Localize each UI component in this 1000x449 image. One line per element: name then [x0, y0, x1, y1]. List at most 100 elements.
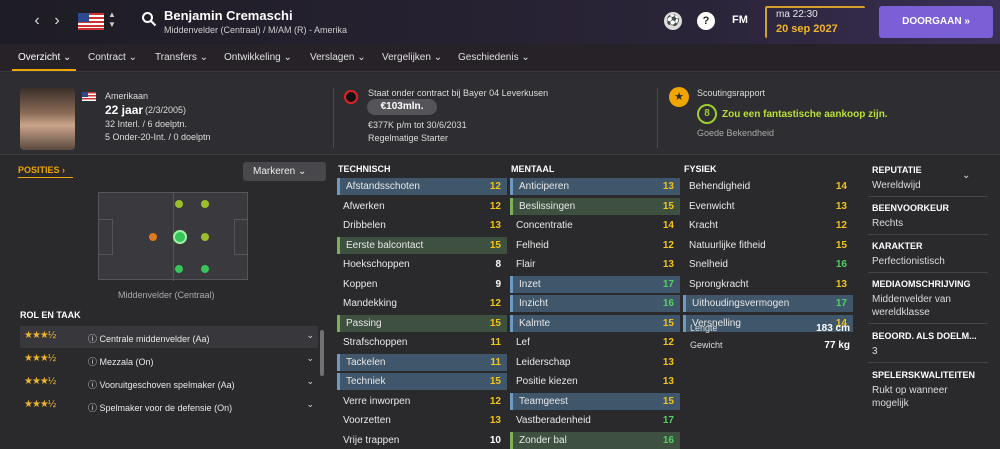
attribute-value: 13	[662, 376, 674, 387]
attribute-row[interactable]: Behendigheid 14	[683, 178, 853, 195]
role-stars: ★★★½	[24, 399, 56, 410]
roles-scrollbar[interactable]	[320, 330, 324, 376]
chevron-down-icon[interactable]: ⌄	[306, 330, 314, 341]
attribute-row[interactable]: Lef 12	[510, 334, 680, 351]
attribute-name: Koppen	[343, 278, 378, 290]
attribute-row[interactable]: Hoekschoppen 8	[337, 256, 507, 273]
role-row[interactable]: ★★★½ ⓘ Vooruitgeschoven spelmaker (Aa) ⌄	[20, 372, 318, 394]
scout-report-title[interactable]: Scoutingsrapport	[697, 88, 765, 98]
attribute-row[interactable]: Anticiperen 13	[510, 178, 680, 195]
back-icon[interactable]: ‹	[26, 10, 48, 32]
attribute-row[interactable]: Verre inworpen 12	[337, 393, 507, 410]
attribute-row[interactable]: Inzet 17	[510, 275, 680, 293]
tab-reports[interactable]: Verslagen ⌄	[310, 52, 366, 63]
mark-dropdown[interactable]: Markeren ⌄	[243, 162, 326, 181]
attribute-name: Felheid	[516, 239, 549, 251]
attribute-row[interactable]: Eerste balcontact 15	[337, 236, 507, 254]
positions-link[interactable]: POSITIES ›	[18, 165, 65, 175]
attribute-row[interactable]: Afstandsschoten 12	[337, 178, 507, 195]
attribute-row[interactable]: Concentratie 14	[510, 217, 680, 234]
attribute-row[interactable]: Afwerken 12	[337, 198, 507, 215]
attribute-name: Behendigheid	[689, 181, 751, 192]
role-row[interactable]: ★★★½ ⓘ Centrale middenvelder (Aa) ⌄	[20, 326, 318, 348]
tab-history[interactable]: Geschiedenis ⌄	[458, 52, 530, 63]
attribute-name: Leiderschap	[516, 356, 571, 368]
attribute-row[interactable]: Koppen 9	[337, 276, 507, 293]
attribute-row[interactable]: Zonder bal 16	[510, 431, 680, 449]
help-icon[interactable]: ?	[697, 12, 715, 30]
media-label: MEDIAOMSCHRIJVING	[872, 279, 971, 289]
chevron-down-icon[interactable]: ⌄	[306, 376, 314, 387]
forward-icon[interactable]: ›	[46, 10, 68, 32]
attribute-row[interactable]: Strafschoppen 11	[337, 334, 507, 351]
contract-line[interactable]: Staat onder contract bij Bayer 04 Leverk…	[368, 88, 548, 98]
search-icon[interactable]	[141, 11, 157, 27]
pitch-caption: Middenvelder (Centraal)	[118, 290, 215, 300]
attribute-value: 12	[489, 200, 501, 212]
attribute-row[interactable]: Teamgeest 15	[510, 392, 680, 410]
media-value-line2: wereldklasse	[872, 307, 930, 318]
tab-compare[interactable]: Vergelijken ⌄	[382, 52, 442, 63]
tab-contract[interactable]: Contract ⌄	[88, 52, 137, 63]
attribute-row[interactable]: Flair 13	[510, 256, 680, 273]
chevron-down-icon[interactable]: ⌄	[306, 399, 314, 410]
attribute-row[interactable]: Mandekking 12	[337, 295, 507, 312]
tab-development[interactable]: Ontwikkeling ⌄	[224, 52, 292, 63]
role-row[interactable]: ★★★½ ⓘ Spelmaker voor de defensie (On) ⌄	[20, 395, 318, 417]
tab-overview[interactable]: Overzicht ⌄	[18, 52, 71, 63]
attribute-value: 12	[835, 220, 847, 231]
attribute-value: 13	[835, 278, 847, 290]
fm-logo[interactable]: FM	[732, 14, 748, 26]
attribute-name: Verre inworpen	[343, 395, 411, 407]
player-trait-line2: mogelijk	[872, 398, 909, 409]
attribute-row[interactable]: Beslissingen 15	[510, 197, 680, 215]
position-pitch	[98, 192, 248, 281]
attribute-row[interactable]: Inzicht 16	[510, 295, 680, 312]
attribute-row[interactable]: Natuurlijke fitheid 15	[683, 237, 853, 254]
chevron-down-icon[interactable]: ⌄	[306, 353, 314, 364]
attribute-value: 10	[489, 434, 501, 446]
scout-rating: 8	[697, 104, 717, 124]
player-switch-icon[interactable]: ▲ ▼	[108, 10, 116, 30]
attribute-row[interactable]: Kracht 12	[683, 217, 853, 234]
attribute-row[interactable]: Felheid 12	[510, 237, 680, 254]
attribute-row[interactable]: Leiderschap 13	[510, 354, 680, 371]
attribute-value: 12	[489, 298, 501, 309]
player-traits-label: SPELERSKWALITEITEN	[872, 370, 976, 380]
continue-button[interactable]: DOORGAAN »	[879, 6, 993, 38]
attribute-name: Positie kiezen	[516, 376, 578, 387]
attribute-value: 13	[489, 220, 501, 231]
attribute-name: Kracht	[689, 220, 718, 231]
attribute-row[interactable]: Voorzetten 13	[337, 412, 507, 429]
attribute-name: Tackelen	[346, 356, 386, 368]
ball-icon[interactable]: ⚽	[664, 12, 682, 30]
attribute-row[interactable]: Evenwicht 13	[683, 198, 853, 215]
attribute-name: Hoekschoppen	[343, 259, 410, 270]
role-stars: ★★★½	[24, 376, 56, 387]
attribute-value: 15	[489, 317, 501, 329]
attribute-row[interactable]: Vrije trappen 10	[337, 432, 507, 449]
attribute-row[interactable]: Positie kiezen 13	[510, 373, 680, 390]
attribute-row[interactable]: Techniek 15	[337, 373, 507, 390]
club-badge-icon[interactable]	[344, 90, 358, 104]
attribute-row[interactable]: Kalmte 15	[510, 314, 680, 332]
technical-header: TECHNISCH	[338, 164, 391, 174]
attribute-row[interactable]: Dribbelen 13	[337, 217, 507, 234]
attribute-row[interactable]: Uithoudingsvermogen 17	[683, 295, 853, 312]
attribute-row[interactable]: Vastberadenheid 17	[510, 412, 680, 429]
player-age: 22 jaar	[105, 103, 144, 117]
divider	[868, 272, 988, 273]
player-trait-line1: Rukt op wanneer	[872, 385, 948, 396]
physical-header: FYSIEK	[684, 164, 717, 174]
role-row[interactable]: ★★★½ ⓘ Mezzala (On) ⌄	[20, 349, 318, 371]
attribute-value: 13	[835, 200, 847, 212]
attribute-name: Dribbelen	[343, 220, 386, 231]
attribute-row[interactable]: Tackelen 11	[337, 353, 507, 371]
player-value: €103mln.	[367, 99, 437, 115]
attribute-row[interactable]: Passing 15	[337, 314, 507, 332]
gk-rating-label: BEOORD. ALS DOELM...	[872, 331, 977, 341]
chevron-down-icon[interactable]: ⌄	[962, 170, 970, 181]
attribute-row[interactable]: Snelheid 16	[683, 256, 853, 273]
tab-transfers[interactable]: Transfers ⌄	[155, 52, 208, 63]
attribute-row[interactable]: Sprongkracht 13	[683, 276, 853, 293]
